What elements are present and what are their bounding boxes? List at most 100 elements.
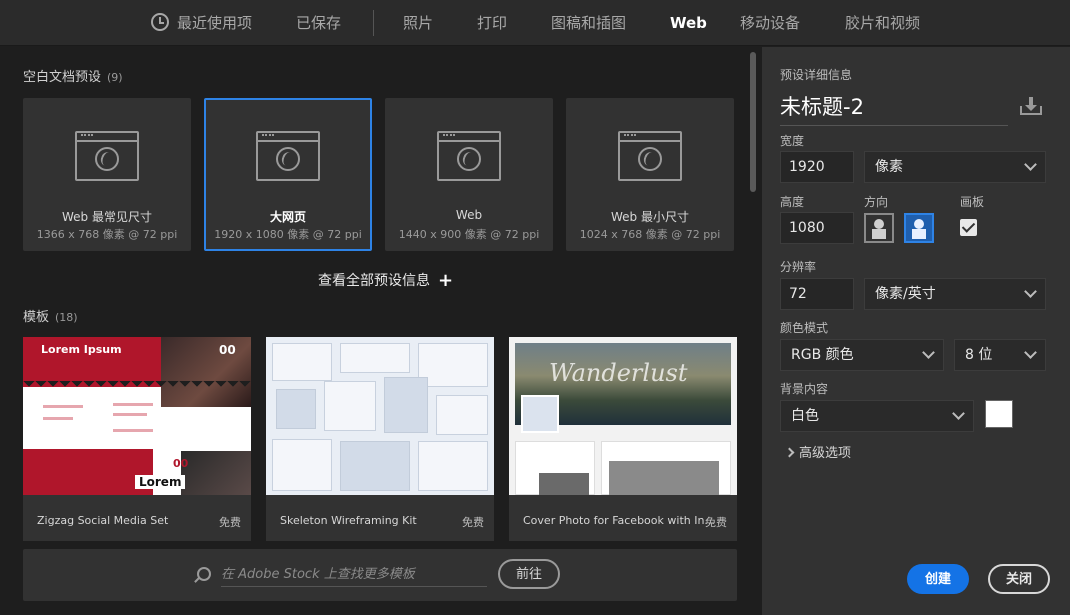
tab-art-illustration[interactable]: 图稿和插图 — [551, 0, 626, 46]
thumb-text: Lorem — [135, 475, 186, 489]
artboard-checkbox[interactable] — [960, 219, 977, 236]
template-name: Cover Photo for Facebook with In... — [523, 514, 715, 527]
width-unit-select[interactable]: 像素 — [864, 151, 1046, 183]
preset-name: Web 最常见尺寸 — [62, 210, 152, 224]
blank-presets-title: 空白文档预设 — [23, 70, 102, 85]
thumb-text: Wanderlust — [549, 359, 688, 387]
orientation-label: 方向 — [864, 195, 889, 209]
width-input[interactable]: 1920 — [780, 151, 854, 183]
template-thumbnail — [266, 337, 494, 495]
thumb-number: 00 — [173, 457, 189, 470]
bit-depth-select[interactable]: 8 位 — [954, 339, 1046, 371]
chevron-down-icon — [952, 407, 965, 420]
resolution-label: 分辨率 — [780, 260, 817, 274]
thumb-text: Lorem Ipsum — [41, 343, 122, 356]
height-label: 高度 — [780, 195, 805, 209]
tab-film-video[interactable]: 胶片和视频 — [845, 0, 920, 46]
tab-mobile[interactable]: 移动设备 — [740, 0, 800, 46]
globe-icon — [276, 147, 300, 171]
thumb-number: 00 — [219, 343, 236, 357]
scrollbar-thumb[interactable] — [750, 52, 756, 192]
search-icon — [197, 567, 211, 581]
tab-recent-label: 最近使用项 — [177, 14, 253, 32]
chevron-down-icon — [1024, 285, 1037, 298]
color-mode-label: 颜色模式 — [780, 321, 829, 335]
template-name: Skeleton Wireframing Kit — [280, 514, 417, 527]
preset-details-panel: 预设详细信息 未标题-2 宽度 1920 像素 高度 方向 画板 1080 分辨… — [762, 47, 1070, 615]
view-all-presets-link[interactable]: 查看全部预设信息 + — [318, 270, 453, 291]
tab-print[interactable]: 打印 — [477, 0, 507, 46]
background-label: 背景内容 — [780, 382, 829, 396]
background-value: 白色 — [791, 408, 819, 424]
preset-name: Web — [455, 208, 483, 222]
web-document-icon — [437, 131, 501, 181]
chevron-down-icon — [1024, 158, 1037, 171]
tab-photo[interactable]: 照片 — [403, 0, 433, 46]
portrait-icon — [874, 219, 884, 229]
landscape-orientation-button[interactable] — [904, 213, 934, 243]
width-label: 宽度 — [780, 134, 805, 148]
blank-presets-count: (9) — [107, 71, 123, 84]
templates-title: 模板 — [23, 310, 50, 325]
stock-search-input[interactable] — [221, 563, 487, 587]
portrait-orientation-button[interactable] — [864, 213, 894, 243]
resolution-unit-select[interactable]: 像素/英寸 — [864, 278, 1046, 310]
template-price: 免费 — [462, 516, 484, 529]
web-document-icon — [75, 131, 139, 181]
web-document-icon — [256, 131, 320, 181]
artboard-label: 画板 — [960, 195, 985, 209]
template-thumbnail: Wanderlust — [509, 337, 737, 495]
resolution-unit-value: 像素/英寸 — [875, 286, 936, 302]
tab-saved[interactable]: 已保存 — [296, 0, 341, 46]
tab-recent[interactable]: 最近使用项 — [151, 0, 252, 46]
landscape-icon — [914, 219, 924, 229]
web-document-icon — [618, 131, 682, 181]
preset-card-large-web[interactable]: 大网页 1920 x 1080 像素 @ 72 ppi — [204, 98, 372, 251]
template-price: 免费 — [705, 516, 727, 529]
view-all-label: 查看全部预设信息 — [318, 273, 430, 289]
chevron-down-icon — [1024, 346, 1037, 359]
plus-icon: + — [438, 270, 454, 291]
width-unit-value: 像素 — [875, 159, 903, 175]
template-card-skeleton[interactable]: Skeleton Wireframing Kit 免费 — [266, 337, 494, 541]
avatar — [521, 395, 559, 433]
save-preset-icon[interactable] — [1020, 97, 1042, 115]
create-button[interactable]: 创建 — [907, 564, 969, 594]
advanced-options-toggle[interactable]: 高级选项 — [784, 442, 852, 461]
background-color-swatch[interactable] — [985, 400, 1013, 428]
stock-search-bar: 前往 — [23, 549, 737, 601]
preset-card-web[interactable]: Web 1440 x 900 像素 @ 72 ppi — [385, 98, 553, 251]
globe-icon — [457, 147, 481, 171]
tab-divider — [373, 10, 374, 36]
template-price: 免费 — [219, 516, 241, 529]
details-heading: 预设详细信息 — [780, 68, 853, 82]
close-button[interactable]: 关闭 — [988, 564, 1050, 594]
template-card-facebook-cover[interactable]: Wanderlust Cover Photo for Facebook with… — [509, 337, 737, 541]
preset-size: 1024 x 768 像素 @ 72 ppi — [579, 228, 721, 241]
preset-name: 大网页 — [269, 210, 306, 224]
go-button[interactable]: 前往 — [498, 559, 560, 589]
preset-size: 1366 x 768 像素 @ 72 ppi — [36, 228, 178, 241]
document-name-field[interactable]: 未标题-2 — [780, 91, 1008, 126]
chevron-right-icon — [784, 447, 795, 458]
advanced-options-label: 高级选项 — [799, 446, 852, 461]
tab-web[interactable]: Web — [670, 0, 707, 46]
template-card-zigzag[interactable]: Lorem Ipsum 00 00 Lorem Zigzag Social Me… — [23, 337, 251, 541]
resolution-input[interactable]: 72 — [780, 278, 854, 310]
preset-card-web-common[interactable]: Web 最常见尺寸 1366 x 768 像素 @ 72 ppi — [23, 98, 191, 251]
background-select[interactable]: 白色 — [780, 400, 974, 432]
preset-size: 1920 x 1080 像素 @ 72 ppi — [214, 228, 362, 241]
color-mode-select[interactable]: RGB 颜色 — [780, 339, 944, 371]
preset-browser: 空白文档预设 (9) Web 最常见尺寸 1366 x 768 像素 @ 72 p… — [0, 47, 762, 615]
templates-count: (18) — [55, 311, 78, 324]
preset-card-web-min[interactable]: Web 最小尺寸 1024 x 768 像素 @ 72 ppi — [566, 98, 734, 251]
clock-icon — [151, 13, 169, 31]
chevron-down-icon — [922, 346, 935, 359]
template-name: Zigzag Social Media Set — [37, 514, 169, 527]
bit-depth-value: 8 位 — [965, 347, 993, 363]
blank-presets-heading: 空白文档预设 (9) — [23, 66, 123, 85]
height-input[interactable]: 1080 — [780, 212, 854, 244]
preset-name: Web 最小尺寸 — [611, 210, 689, 224]
color-mode-value: RGB 颜色 — [791, 347, 854, 363]
templates-heading: 模板 (18) — [23, 306, 78, 325]
